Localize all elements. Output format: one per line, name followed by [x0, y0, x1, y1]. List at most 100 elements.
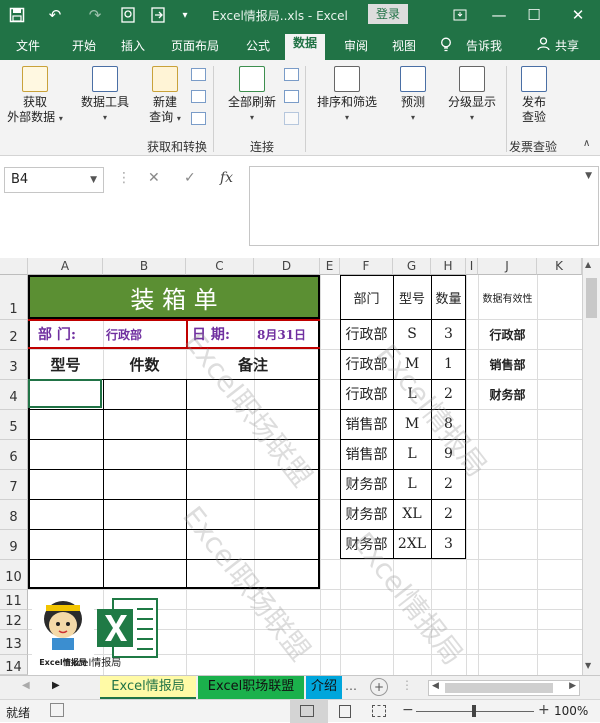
tab-view[interactable]: 视图	[392, 37, 416, 54]
column-header-b[interactable]: B	[103, 258, 186, 275]
date-value[interactable]: 8月31日	[257, 321, 306, 347]
tab-data[interactable]: 数据	[285, 34, 326, 60]
confirm-icon[interactable]: ✓	[184, 170, 196, 186]
close-icon[interactable]: ✕	[567, 4, 589, 26]
export-icon[interactable]	[147, 4, 169, 26]
row-header-14[interactable]: 14	[0, 655, 28, 675]
selected-cell-b4[interactable]	[28, 379, 102, 408]
column-header-d[interactable]: D	[254, 258, 320, 275]
zoom-level[interactable]: 100%	[554, 704, 588, 718]
validation-item[interactable]: 销售部	[478, 349, 537, 379]
more-tabs-icon[interactable]: …	[345, 679, 357, 693]
data-tools-button[interactable]: 数据工具 ▾	[76, 66, 134, 125]
table-cell[interactable]: 财务部	[340, 529, 393, 559]
print-preview-icon[interactable]	[117, 4, 139, 26]
scroll-right-icon[interactable]: ▶	[569, 681, 576, 691]
row-header-4[interactable]: 4	[0, 380, 28, 410]
collapse-ribbon-icon[interactable]: ∧	[583, 138, 590, 149]
column-header-a[interactable]: A	[28, 258, 103, 275]
chevron-down-icon[interactable]: ▼	[585, 171, 592, 181]
login-button[interactable]: 登录	[368, 4, 408, 24]
tab-page-layout[interactable]: 页面布局	[171, 37, 219, 54]
from-table-icon[interactable]	[191, 90, 206, 103]
table-cell[interactable]: 财务部	[340, 469, 393, 499]
scroll-thumb[interactable]	[586, 278, 597, 318]
tab-home[interactable]: 开始	[72, 37, 96, 54]
row-header-1[interactable]: 1	[0, 275, 28, 320]
table-cell[interactable]: L	[393, 439, 431, 469]
table-cell[interactable]: 财务部	[340, 499, 393, 529]
tab-formulas[interactable]: 公式	[246, 37, 270, 54]
row-header-3[interactable]: 3	[0, 350, 28, 380]
share-button[interactable]: 共享	[555, 37, 579, 54]
table-cell[interactable]: L	[393, 379, 431, 409]
validation-item[interactable]: 行政部	[478, 319, 537, 349]
row-header-11[interactable]: 11	[0, 590, 28, 610]
add-sheet-icon[interactable]: +	[370, 678, 388, 696]
table-cell[interactable]: S	[393, 319, 431, 349]
scroll-thumb[interactable]	[445, 683, 553, 693]
connections-icon[interactable]	[284, 68, 299, 81]
row-header-5[interactable]: 5	[0, 410, 28, 440]
table-cell[interactable]: 2	[431, 499, 466, 529]
save-icon[interactable]	[6, 4, 28, 26]
zoom-out-icon[interactable]: −	[402, 702, 414, 718]
table-cell[interactable]: 行政部	[340, 319, 393, 349]
validation-item[interactable]: 财务部	[478, 379, 537, 409]
tab-review[interactable]: 审阅	[344, 37, 368, 54]
row-header-7[interactable]: 7	[0, 470, 28, 500]
name-box[interactable]: B4 ▼	[4, 167, 104, 193]
worksheet-grid[interactable]: 装 箱 单 部 门: 行政部 日 期: 8月31日 型号 件数 备注 部门 型号…	[28, 275, 582, 675]
table-cell[interactable]: M	[393, 409, 431, 439]
row-header-10[interactable]: 10	[0, 560, 28, 590]
recent-sources-icon[interactable]	[191, 112, 206, 125]
tab-scroll-left-icon[interactable]: ◀	[22, 680, 30, 691]
lightbulb-icon[interactable]	[440, 37, 452, 55]
page-break-view-icon[interactable]	[372, 705, 386, 717]
column-header-c[interactable]: C	[186, 258, 254, 275]
select-all-corner[interactable]	[0, 258, 28, 275]
scroll-down-icon[interactable]: ▼	[585, 661, 591, 670]
row-header-6[interactable]: 6	[0, 440, 28, 470]
minimize-icon[interactable]: —	[488, 4, 510, 26]
tell-me-search[interactable]: 告诉我	[466, 37, 502, 54]
outline-button[interactable]: 分级显示 ▾	[443, 66, 501, 125]
formula-input[interactable]: ▼	[249, 166, 599, 246]
share-icon[interactable]	[537, 37, 550, 54]
undo-icon[interactable]: ↶	[44, 4, 66, 26]
properties-icon[interactable]	[284, 90, 299, 103]
customize-toolbar-icon[interactable]: ▾	[174, 4, 196, 26]
column-header-f[interactable]: F	[340, 258, 393, 275]
edit-links-icon[interactable]	[284, 112, 299, 125]
cancel-icon[interactable]: ✕	[148, 170, 160, 186]
zoom-slider-thumb[interactable]	[472, 705, 476, 717]
insert-function-icon[interactable]: fx	[220, 170, 233, 186]
sheet-tab-intro[interactable]: 介绍	[306, 676, 342, 700]
refresh-all-button[interactable]: 全部刷新 ▾	[223, 66, 281, 125]
page-layout-view-icon[interactable]	[339, 705, 351, 718]
scroll-up-icon[interactable]: ▲	[585, 260, 591, 269]
ribbon-display-options-icon[interactable]	[449, 4, 471, 26]
table-cell[interactable]: L	[393, 469, 431, 499]
column-header-j[interactable]: J	[478, 258, 537, 275]
sort-filter-button[interactable]: 排序和筛选 ▾	[314, 66, 380, 125]
zoom-in-icon[interactable]: +	[538, 702, 550, 718]
sheet-tab-workplace[interactable]: Excel职场联盟	[198, 676, 304, 700]
column-header-e[interactable]: E	[320, 258, 340, 275]
table-cell[interactable]: 2	[431, 469, 466, 499]
table-cell[interactable]: 1	[431, 349, 466, 379]
scroll-left-icon[interactable]: ◀	[432, 681, 439, 691]
table-cell[interactable]: 行政部	[340, 379, 393, 409]
table-cell[interactable]: 销售部	[340, 439, 393, 469]
excel-app-logo[interactable]	[95, 595, 161, 661]
chevron-down-icon[interactable]: ▼	[90, 168, 97, 192]
column-header-g[interactable]: G	[393, 258, 431, 275]
table-cell[interactable]: 8	[431, 409, 466, 439]
row-header-2[interactable]: 2	[0, 320, 28, 350]
sheet-tab-excel-info[interactable]: Excel情报局	[100, 676, 196, 700]
tab-file[interactable]: 文件	[16, 37, 40, 54]
row-header-8[interactable]: 8	[0, 500, 28, 530]
vertical-scrollbar[interactable]: ▲ ▼	[582, 258, 600, 675]
column-header-i[interactable]: I	[466, 258, 478, 275]
table-cell[interactable]: 3	[431, 529, 466, 559]
